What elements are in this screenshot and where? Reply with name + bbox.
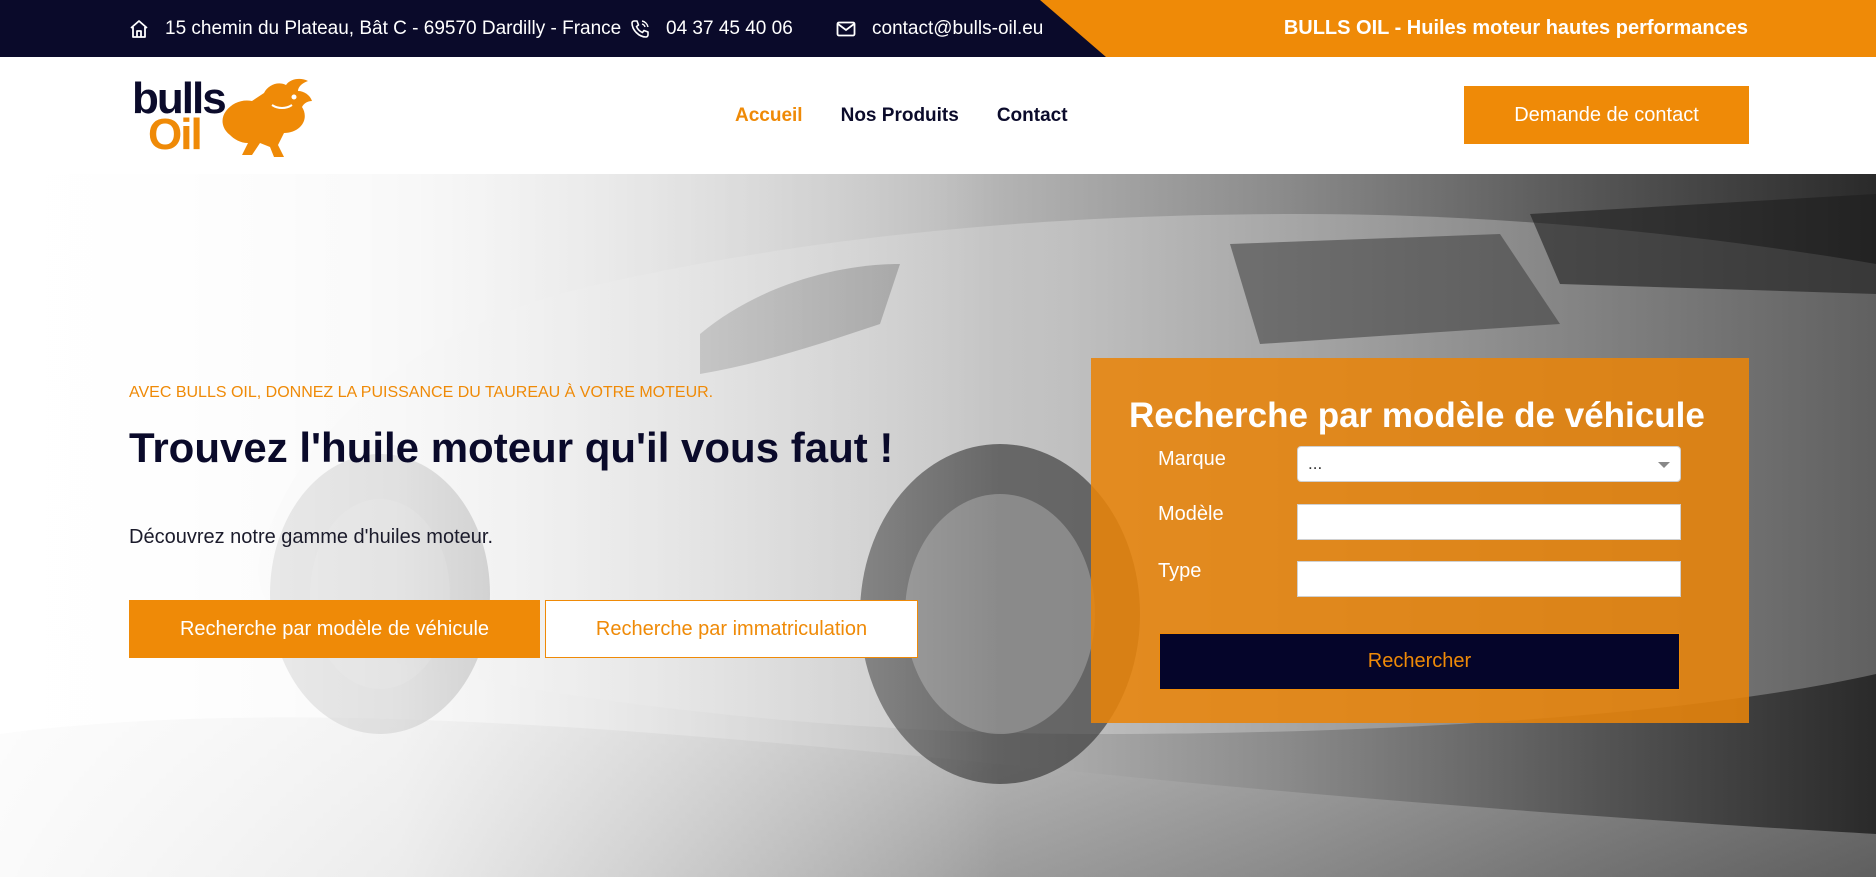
phone-icon [631, 19, 649, 38]
address-item: 15 chemin du Plateau, Bât C - 69570 Dard… [129, 0, 621, 57]
search-by-model-button[interactable]: Recherche par modèle de véhicule [129, 600, 540, 658]
vehicle-search-panel: Recherche par modèle de véhicule Marque … [1091, 358, 1749, 723]
type-field[interactable] [1297, 561, 1681, 597]
panel-title: Recherche par modèle de véhicule [1129, 396, 1705, 435]
mail-icon [836, 21, 856, 36]
site-header: bulls Oil Accueil Nos Produits Contact D… [0, 57, 1876, 174]
contact-request-button[interactable]: Demande de contact [1464, 86, 1749, 144]
bulls-oil-logo[interactable]: bulls Oil [130, 73, 320, 161]
chevron-down-icon [1658, 462, 1670, 468]
search-by-plate-button[interactable]: Recherche par immatriculation [545, 600, 918, 658]
phone-text: 04 37 45 40 06 [666, 17, 793, 39]
address-text: 15 chemin du Plateau, Bât C - 69570 Dard… [165, 17, 622, 39]
phone-item[interactable]: 04 37 45 40 06 [630, 0, 793, 57]
search-submit-button[interactable]: Rechercher [1159, 633, 1680, 690]
hero-subline: Découvrez notre gamme d'huiles moteur. [129, 526, 493, 548]
main-nav: Accueil Nos Produits Contact [735, 57, 1106, 174]
hero-headline: Trouvez l'huile moteur qu'il vous faut ! [129, 424, 894, 471]
modele-label: Modèle [1158, 503, 1224, 525]
marque-select[interactable]: ... [1297, 446, 1681, 482]
nav-item-contact[interactable]: Contact [997, 105, 1068, 127]
modele-field[interactable] [1297, 504, 1681, 540]
email-text: contact@bulls-oil.eu [872, 17, 1044, 39]
marque-selected-value: ... [1308, 454, 1323, 473]
top-info-bar: 15 chemin du Plateau, Bât C - 69570 Dard… [0, 0, 1876, 57]
type-label: Type [1158, 560, 1202, 582]
marque-label: Marque [1158, 448, 1226, 470]
home-icon [130, 19, 148, 38]
tagline: BULLS OIL - Huiles moteur hautes perform… [1283, 17, 1748, 39]
bull-icon [222, 78, 312, 157]
hero-kicker: AVEC BULLS OIL, DONNEZ LA PUISSANCE DU T… [129, 384, 714, 401]
nav-item-accueil[interactable]: Accueil [735, 105, 803, 127]
logo-word-oil: Oil [148, 110, 203, 159]
nav-item-produits[interactable]: Nos Produits [841, 105, 959, 127]
hero-section: AVEC BULLS OIL, DONNEZ LA PUISSANCE DU T… [0, 174, 1876, 877]
email-item[interactable]: contact@bulls-oil.eu [836, 0, 1043, 57]
